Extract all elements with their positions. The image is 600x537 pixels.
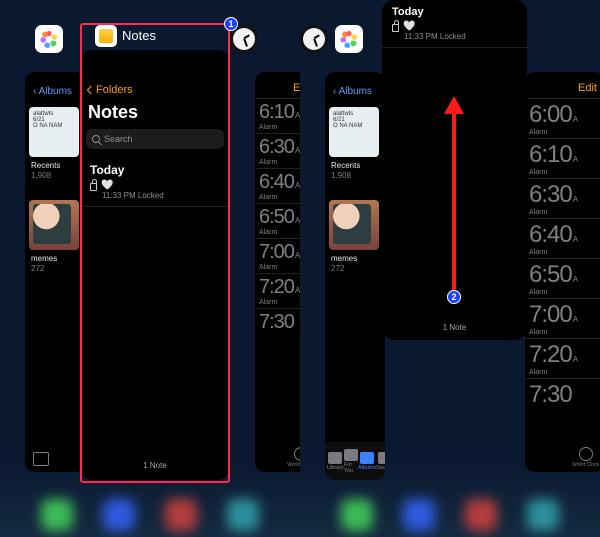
alarm-row[interactable]: 7:20AAlarm <box>525 338 600 378</box>
photo-thumb-2 <box>329 200 379 250</box>
photos-albums-heading: ‹ Albums <box>25 72 85 105</box>
alarm-row[interactable]: 7:30 <box>525 378 600 411</box>
alarm-row[interactable]: 6:40AAlarm <box>525 218 600 258</box>
albums-icon <box>360 452 374 464</box>
tab-foryou[interactable]: For You <box>344 449 358 474</box>
photo-thumb-1: alattwts 6/21 O NA NAM <box>329 107 379 157</box>
clock-card[interactable]: Edit 6:00AAlarm 6:10AAlarm 6:30AAlarm 6:… <box>525 72 600 472</box>
tab-search[interactable]: Search <box>376 452 385 471</box>
alarm-row[interactable]: 7:00AAlarm <box>255 238 300 273</box>
photos-tabbar: Library For You Albums Search <box>325 442 385 480</box>
screenshot-left: ‹ Albums alattwts 6/21 O NA NAM Recents1… <box>0 0 300 537</box>
screenshot-right: ‹ Albums alattwts 6/21 O NA NAM Recents1… <box>300 0 600 537</box>
alarm-row[interactable]: 6:50AAlarm <box>525 258 600 298</box>
callout-highlight-box <box>80 23 230 483</box>
alarm-row[interactable]: 6:40AAlarm <box>255 168 300 203</box>
swipe-arrow-line <box>452 110 456 290</box>
alarm-row[interactable]: 6:10AAlarm <box>525 138 600 178</box>
alarm-row[interactable]: 6:50AAlarm <box>255 203 300 238</box>
globe-icon <box>579 447 593 461</box>
library-tab-icon <box>33 452 49 466</box>
photos-icon[interactable] <box>335 25 363 53</box>
tab-library[interactable]: Library <box>327 452 344 471</box>
alarm-row[interactable]: 7:30 <box>255 308 300 336</box>
note-row[interactable]: 🤍 11:33 PM Locked <box>382 22 527 48</box>
swipe-arrow-head <box>444 96 464 114</box>
photos-albums-heading: ‹ Albums <box>325 72 385 105</box>
clock-icon[interactable] <box>300 25 328 53</box>
search-icon <box>378 452 385 464</box>
note-meta: 11:33 PM Locked <box>392 32 527 41</box>
app-switcher[interactable]: ‹ Albums alattwts 6/21 O NA NAM Recents1… <box>0 0 300 537</box>
library-icon <box>328 452 342 464</box>
alarm-row[interactable]: 6:30AAlarm <box>255 133 300 168</box>
photos-card[interactable]: ‹ Albums alattwts 6/21 O NA NAM Recents1… <box>25 72 85 472</box>
callout-badge-1: 1 <box>224 17 238 31</box>
photo-thumb-2 <box>29 200 79 250</box>
memes-caption: memes272 <box>331 254 385 273</box>
clock-card[interactable]: Edit 6:10AAlarm 6:30AAlarm 6:40AAlarm 6:… <box>255 72 300 472</box>
memes-caption: memes272 <box>31 254 85 273</box>
alarm-row[interactable]: 6:10AAlarm <box>255 98 300 133</box>
alarm-row[interactable]: 6:00AAlarm <box>525 98 600 138</box>
alarm-row[interactable]: 7:00AAlarm <box>525 298 600 338</box>
callout-badge-2: 2 <box>447 290 461 304</box>
photos-card[interactable]: ‹ Albums alattwts 6/21 O NA NAM Recents1… <box>325 72 385 480</box>
note-title: 🤍 <box>403 22 415 32</box>
foryou-icon <box>344 449 358 461</box>
alarm-row[interactable]: 7:20AAlarm <box>255 273 300 308</box>
recents-caption: Recents1,908 <box>31 161 85 180</box>
worldclock-tab[interactable]: World Clock <box>287 447 300 468</box>
worldclock-tab[interactable]: World Clock <box>572 447 599 468</box>
alarm-row[interactable]: 6:30AAlarm <box>525 178 600 218</box>
app-switcher[interactable]: ‹ Albums alattwts 6/21 O NA NAM Recents1… <box>300 0 600 537</box>
recents-caption: Recents1,908 <box>331 161 385 180</box>
notes-footer-count: 1 Note <box>382 323 527 332</box>
lock-icon <box>392 24 399 32</box>
clock-edit-button[interactable]: Edit <box>255 72 300 98</box>
tab-albums[interactable]: Albums <box>358 452 376 471</box>
clock-edit-button[interactable]: Edit <box>525 72 600 98</box>
photo-thumb-1: alattwts 6/21 O NA NAM <box>29 107 79 157</box>
section-today-header: Today <box>382 0 527 22</box>
photos-icon[interactable] <box>35 25 63 53</box>
